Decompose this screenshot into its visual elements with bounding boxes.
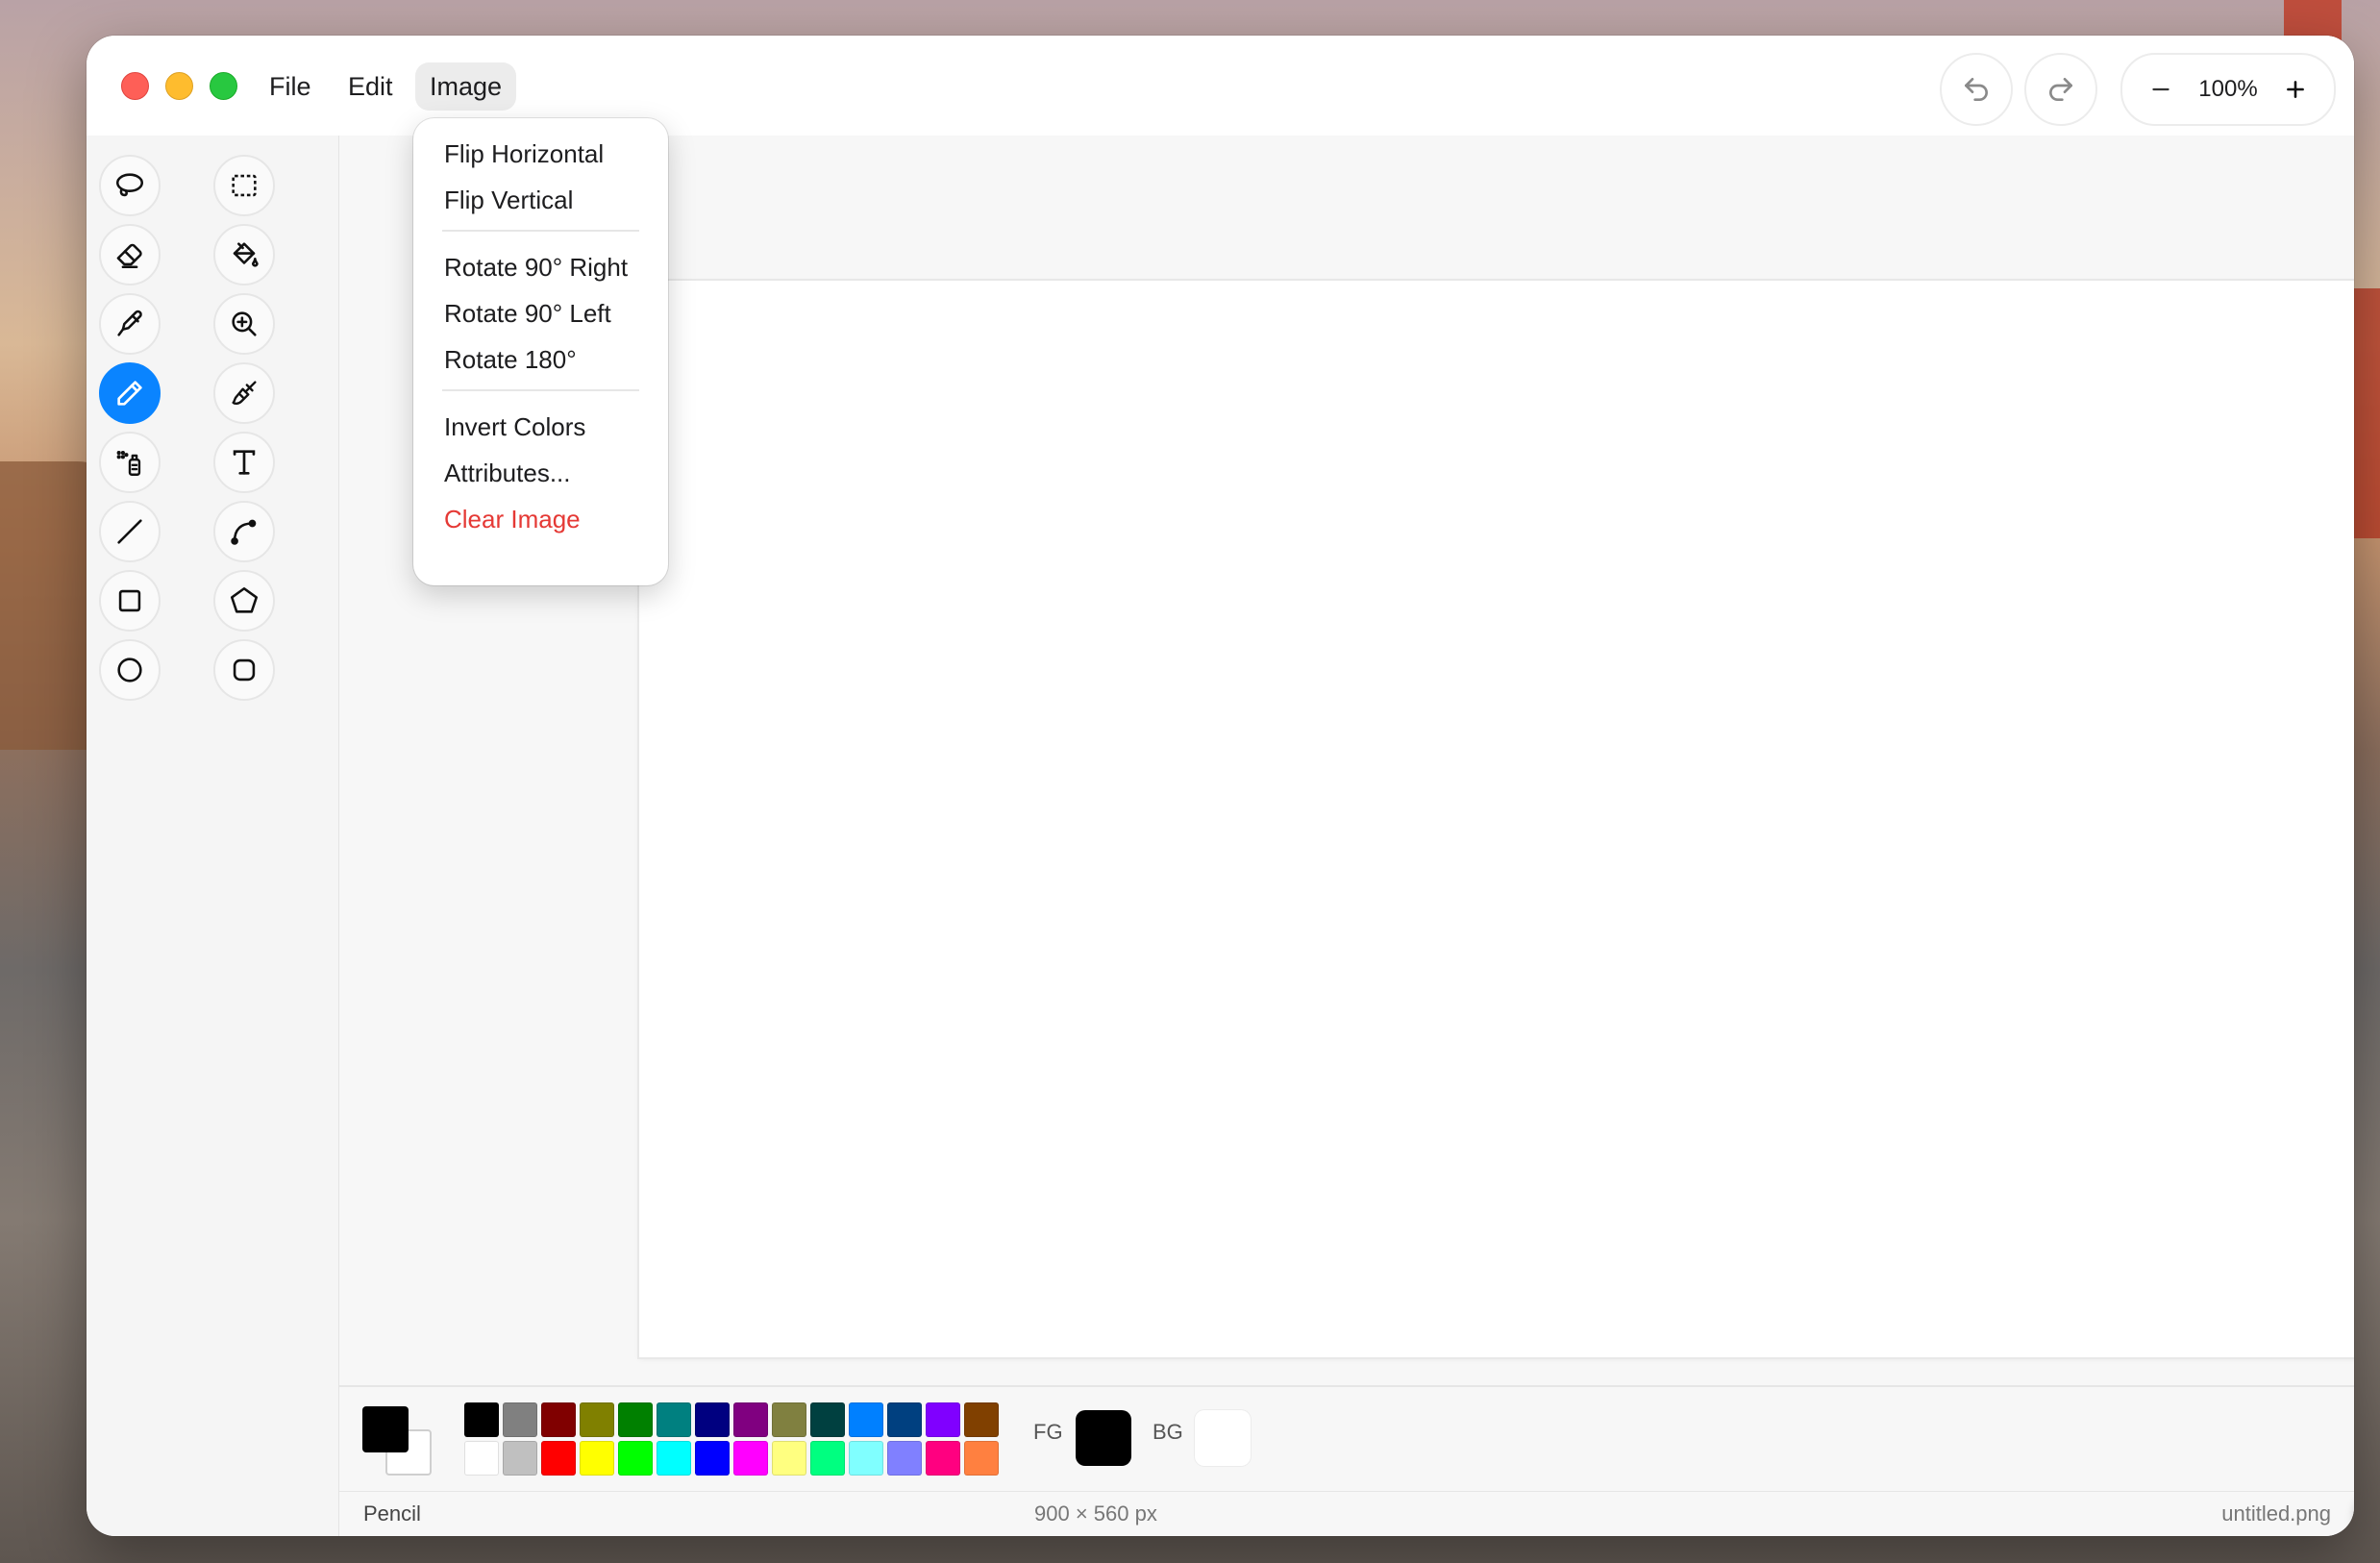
palette-swatch[interactable]: [657, 1402, 691, 1437]
menu-item-rotate-90-left[interactable]: Rotate 90° Left: [444, 291, 611, 335]
fill-tool[interactable]: [213, 224, 275, 285]
palette-swatch[interactable]: [964, 1402, 999, 1437]
pentagon-icon: [230, 586, 259, 613]
undo-button[interactable]: [1940, 53, 2013, 126]
palette-swatch[interactable]: [657, 1441, 691, 1476]
close-window-button[interactable]: [121, 72, 149, 100]
circle-icon: [117, 657, 142, 682]
palette-swatch[interactable]: [772, 1402, 806, 1437]
menu-separator: [442, 389, 639, 391]
menu-separator: [442, 230, 639, 232]
status-file-name: untitled.png: [2221, 1501, 2331, 1526]
zoom-control: 100%: [2120, 53, 2336, 126]
menu-item-flip-horizontal[interactable]: Flip Horizontal: [444, 132, 604, 176]
select-tool[interactable]: [213, 155, 275, 216]
drawing-canvas[interactable]: [639, 281, 2354, 1357]
menu-edit[interactable]: Edit: [334, 62, 408, 111]
image-menu-dropdown: Flip Horizontal Flip Vertical Rotate 90°…: [413, 118, 668, 585]
line-tool[interactable]: [99, 501, 161, 562]
rounded-rectangle-tool[interactable]: [213, 639, 275, 701]
palette-swatch[interactable]: [618, 1441, 653, 1476]
redo-button[interactable]: [2024, 53, 2097, 126]
zoom-in-button[interactable]: [2268, 62, 2322, 116]
palette-swatch[interactable]: [580, 1402, 614, 1437]
line-icon: [117, 519, 142, 544]
palette-swatch[interactable]: [695, 1441, 730, 1476]
pencil-icon: [117, 381, 142, 406]
palette-swatch[interactable]: [926, 1441, 960, 1476]
redo-icon: [2049, 78, 2072, 101]
tool-sidebar: [87, 136, 339, 1536]
palette-swatch[interactable]: [926, 1402, 960, 1437]
ellipse-tool[interactable]: [99, 639, 161, 701]
paintbrush-icon: [232, 381, 257, 406]
foreground-color-swatch[interactable]: [1076, 1410, 1131, 1466]
bg-label: BG: [1153, 1420, 1183, 1444]
dashed-rect-select-icon: [232, 174, 257, 197]
pencil-tool[interactable]: [99, 362, 161, 424]
minimize-window-button[interactable]: [165, 72, 193, 100]
palette-swatch[interactable]: [541, 1402, 576, 1437]
palette-swatch[interactable]: [695, 1402, 730, 1437]
palette-swatch[interactable]: [503, 1402, 537, 1437]
lasso-icon: [115, 173, 144, 197]
menu-item-clear-image[interactable]: Clear Image: [444, 497, 581, 541]
zoom-window-button[interactable]: [210, 72, 237, 100]
plus-icon: [2287, 81, 2304, 98]
menu-item-flip-vertical[interactable]: Flip Vertical: [444, 178, 573, 222]
paint-window: File Edit Image 100% Flip Horizontal Fli…: [87, 36, 2354, 1536]
menu-item-rotate-90-right[interactable]: Rotate 90° Right: [444, 245, 628, 289]
undo-icon: [1965, 78, 1988, 101]
menu-item-rotate-180[interactable]: Rotate 180°: [444, 337, 577, 382]
palette-swatch[interactable]: [541, 1441, 576, 1476]
minus-icon: [2152, 87, 2169, 91]
status-current-tool: Pencil: [363, 1501, 421, 1526]
menu-image[interactable]: Image: [415, 62, 517, 111]
eraser-icon: [116, 243, 142, 269]
background-color-swatch[interactable]: [1195, 1410, 1251, 1466]
menu-file[interactable]: File: [255, 62, 326, 111]
palette-swatch[interactable]: [810, 1441, 845, 1476]
eyedropper-icon: [117, 310, 142, 336]
polygon-tool[interactable]: [213, 570, 275, 632]
fg-label: FG: [1033, 1420, 1063, 1444]
palette-swatch[interactable]: [464, 1441, 499, 1476]
current-foreground-color[interactable]: [362, 1406, 409, 1452]
palette-swatch[interactable]: [464, 1402, 499, 1437]
zoom-level: 100%: [2198, 76, 2258, 102]
curve-icon: [231, 519, 257, 545]
palette-swatch[interactable]: [503, 1441, 537, 1476]
status-bar: Pencil 900 × 560 px untitled.png: [339, 1491, 2354, 1536]
lasso-tool[interactable]: [99, 155, 161, 216]
brush-tool[interactable]: [213, 362, 275, 424]
palette-swatch[interactable]: [618, 1402, 653, 1437]
palette-swatch[interactable]: [964, 1441, 999, 1476]
palette-swatch[interactable]: [810, 1402, 845, 1437]
rounded-square-icon: [233, 658, 256, 682]
paint-bucket-icon: [233, 242, 259, 267]
menu-item-invert-colors[interactable]: Invert Colors: [444, 405, 585, 449]
rectangle-tool[interactable]: [99, 570, 161, 632]
palette-swatch[interactable]: [733, 1441, 768, 1476]
palette-swatch[interactable]: [733, 1402, 768, 1437]
airbrush-tool[interactable]: [99, 432, 161, 493]
palette-swatch[interactable]: [849, 1402, 883, 1437]
curve-tool[interactable]: [213, 501, 275, 562]
menu-item-attributes[interactable]: Attributes...: [444, 451, 571, 495]
palette-swatch[interactable]: [849, 1441, 883, 1476]
eyedropper-tool[interactable]: [99, 293, 161, 355]
palette-swatch[interactable]: [887, 1402, 922, 1437]
palette-swatch[interactable]: [887, 1441, 922, 1476]
palette-swatch[interactable]: [772, 1441, 806, 1476]
color-palette-bar: FG BG: [339, 1385, 2354, 1493]
eraser-tool[interactable]: [99, 224, 161, 285]
zoom-in-icon: [232, 311, 257, 336]
text-icon: [233, 450, 256, 475]
text-tool[interactable]: [213, 432, 275, 493]
status-canvas-size: 900 × 560 px: [1034, 1501, 1157, 1526]
square-icon: [118, 589, 141, 612]
magnifier-tool[interactable]: [213, 293, 275, 355]
palette-swatch[interactable]: [580, 1441, 614, 1476]
spray-can-icon: [116, 451, 141, 476]
